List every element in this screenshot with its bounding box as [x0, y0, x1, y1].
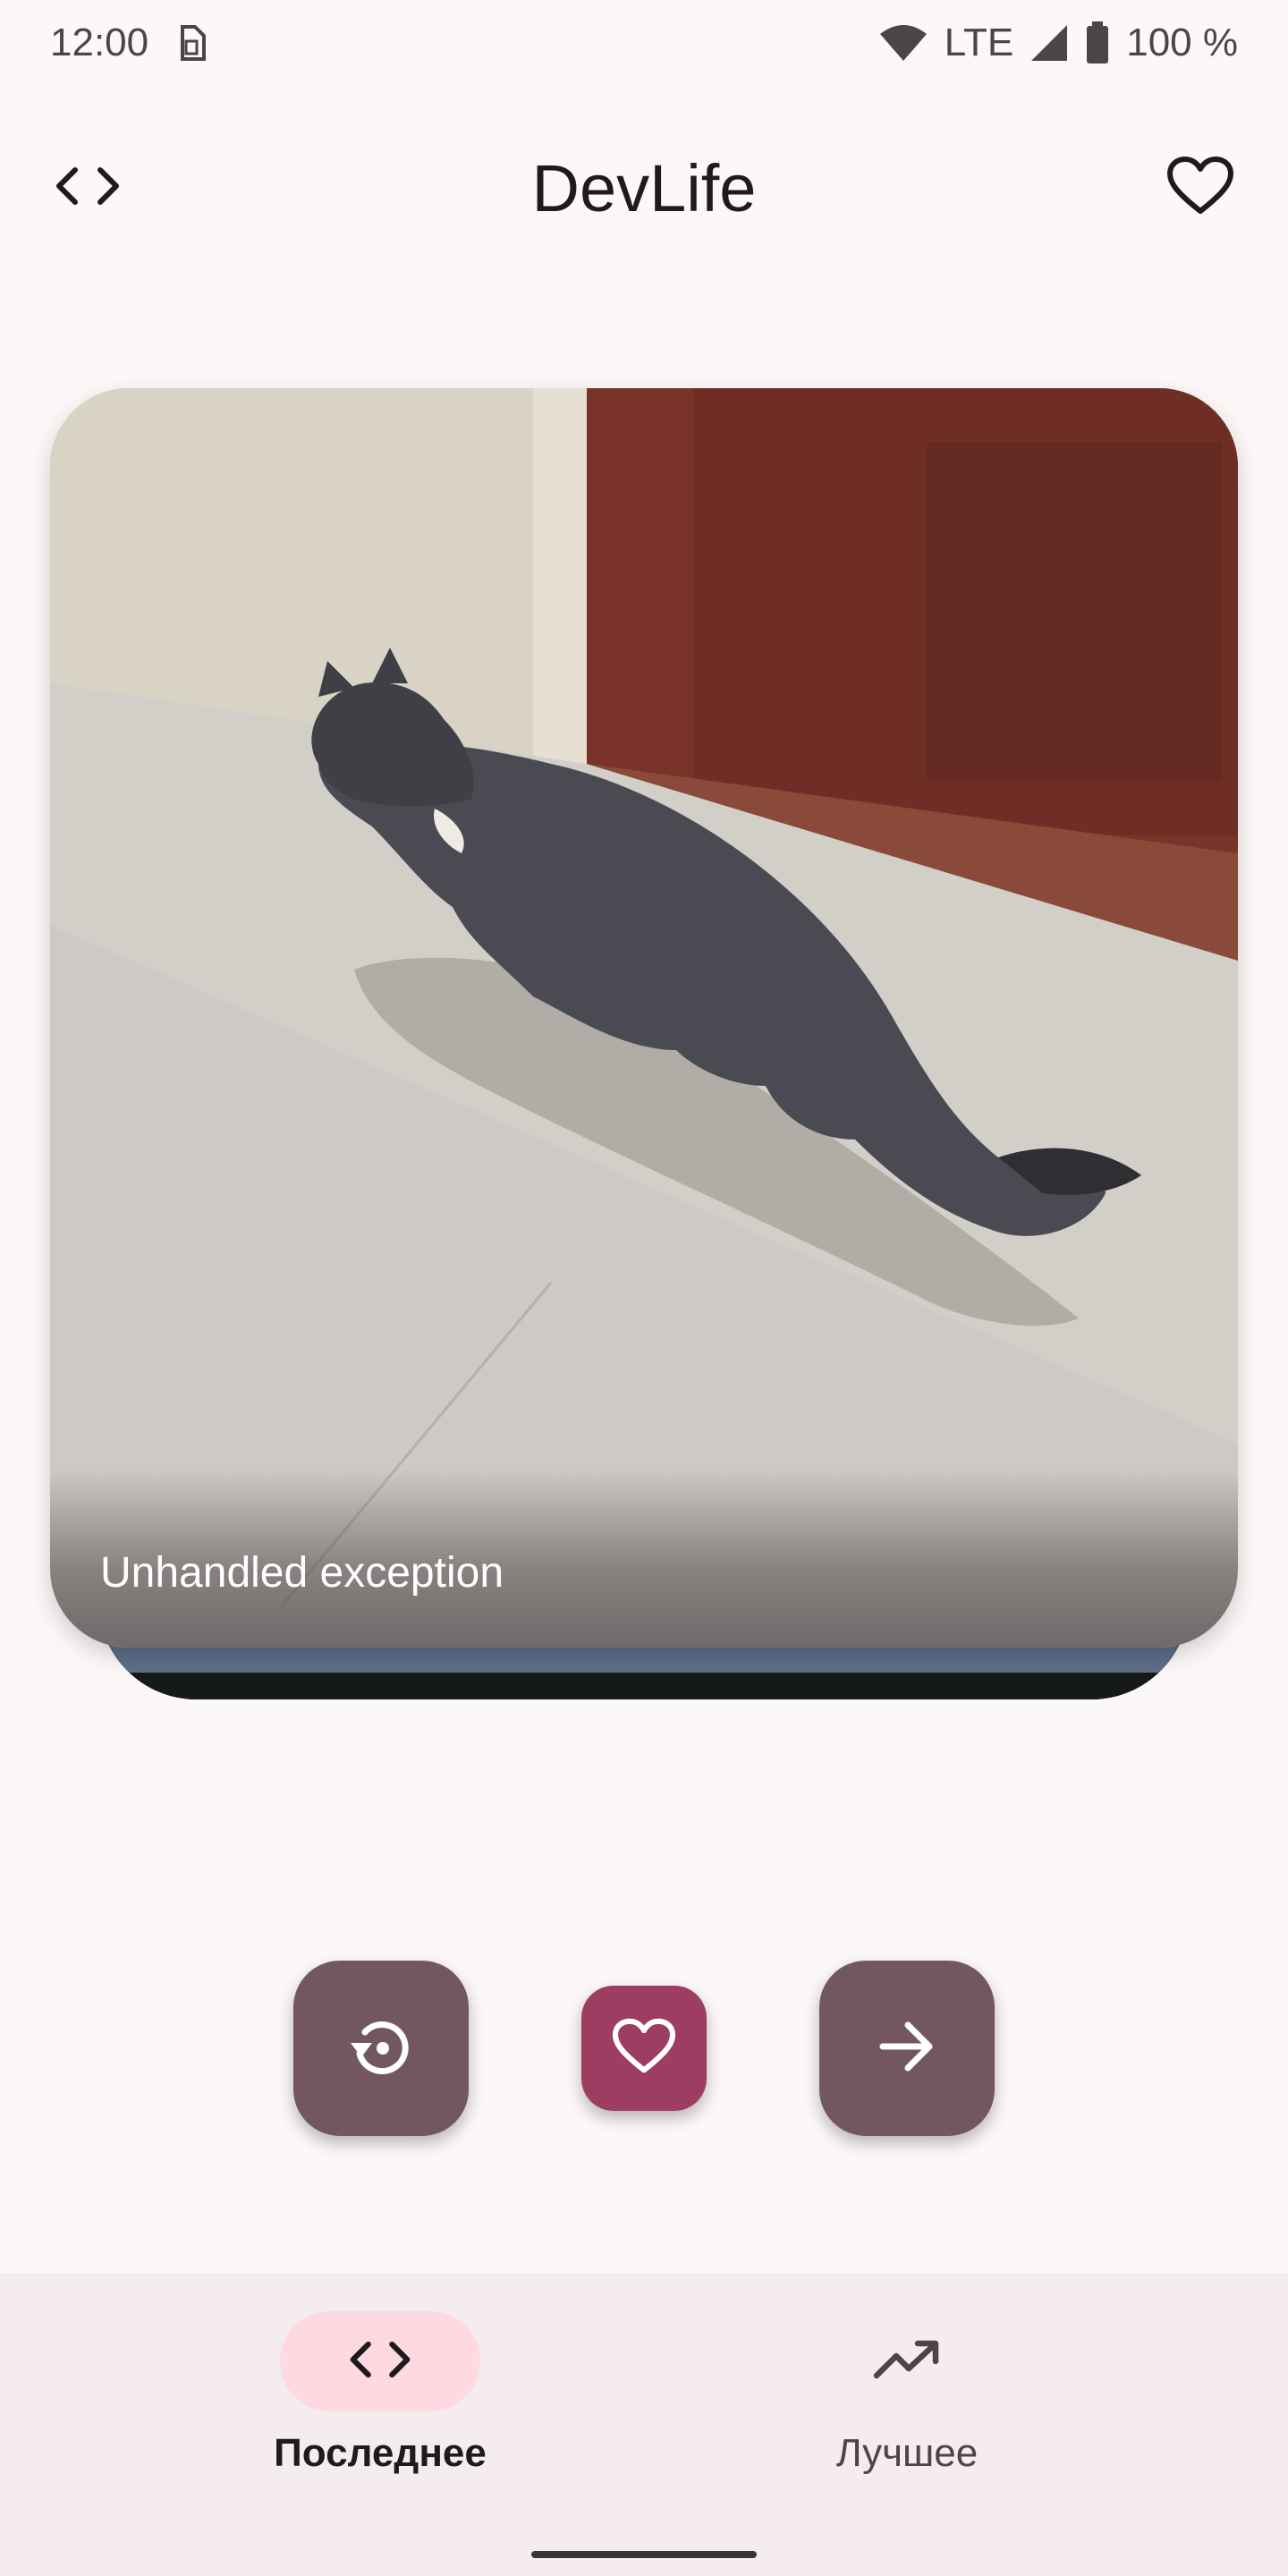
nav-item-latest[interactable]: Последнее	[219, 2311, 541, 2508]
app-title: DevLife	[531, 150, 757, 225]
bottom-navigation: Последнее Лучшее	[0, 2274, 1288, 2576]
code-icon	[54, 165, 122, 212]
favorites-button[interactable]	[1154, 141, 1247, 234]
status-left: 12:00	[50, 21, 208, 65]
like-button[interactable]	[581, 1986, 707, 2111]
status-right: LTE 100 %	[878, 21, 1238, 65]
home-indicator[interactable]	[531, 2551, 757, 2558]
network-type: LTE	[944, 21, 1014, 64]
nav-item-best[interactable]: Лучшее	[746, 2311, 1068, 2508]
nav-active-indicator	[280, 2311, 480, 2411]
nav-label-latest: Последнее	[274, 2431, 487, 2475]
status-bar: 12:00 LTE 100 %	[0, 0, 1288, 86]
heart-outline-icon	[1166, 156, 1234, 221]
post-gif-image	[50, 388, 1238, 1648]
replay-icon	[345, 2011, 417, 2087]
sim-card-icon	[175, 23, 208, 63]
action-buttons	[0, 1961, 1288, 2140]
code-icon	[348, 2338, 412, 2385]
previous-button[interactable]	[293, 1961, 469, 2136]
post-card[interactable]: Unhandled exception	[50, 388, 1238, 1648]
battery-icon	[1085, 21, 1110, 64]
trending-up-icon	[873, 2338, 941, 2385]
top-app-bar: DevLife	[0, 125, 1288, 250]
next-button[interactable]	[819, 1961, 995, 2136]
signal-icon	[1030, 23, 1069, 63]
latest-code-button[interactable]	[41, 141, 134, 234]
post-caption: Unhandled exception	[100, 1549, 504, 1597]
arrow-right-icon	[876, 2015, 938, 2082]
nav-label-best: Лучшее	[835, 2431, 979, 2475]
wifi-icon	[878, 23, 928, 63]
battery-level: 100 %	[1126, 21, 1238, 64]
status-time: 12:00	[50, 21, 149, 64]
heart-outline-icon	[612, 2018, 676, 2080]
